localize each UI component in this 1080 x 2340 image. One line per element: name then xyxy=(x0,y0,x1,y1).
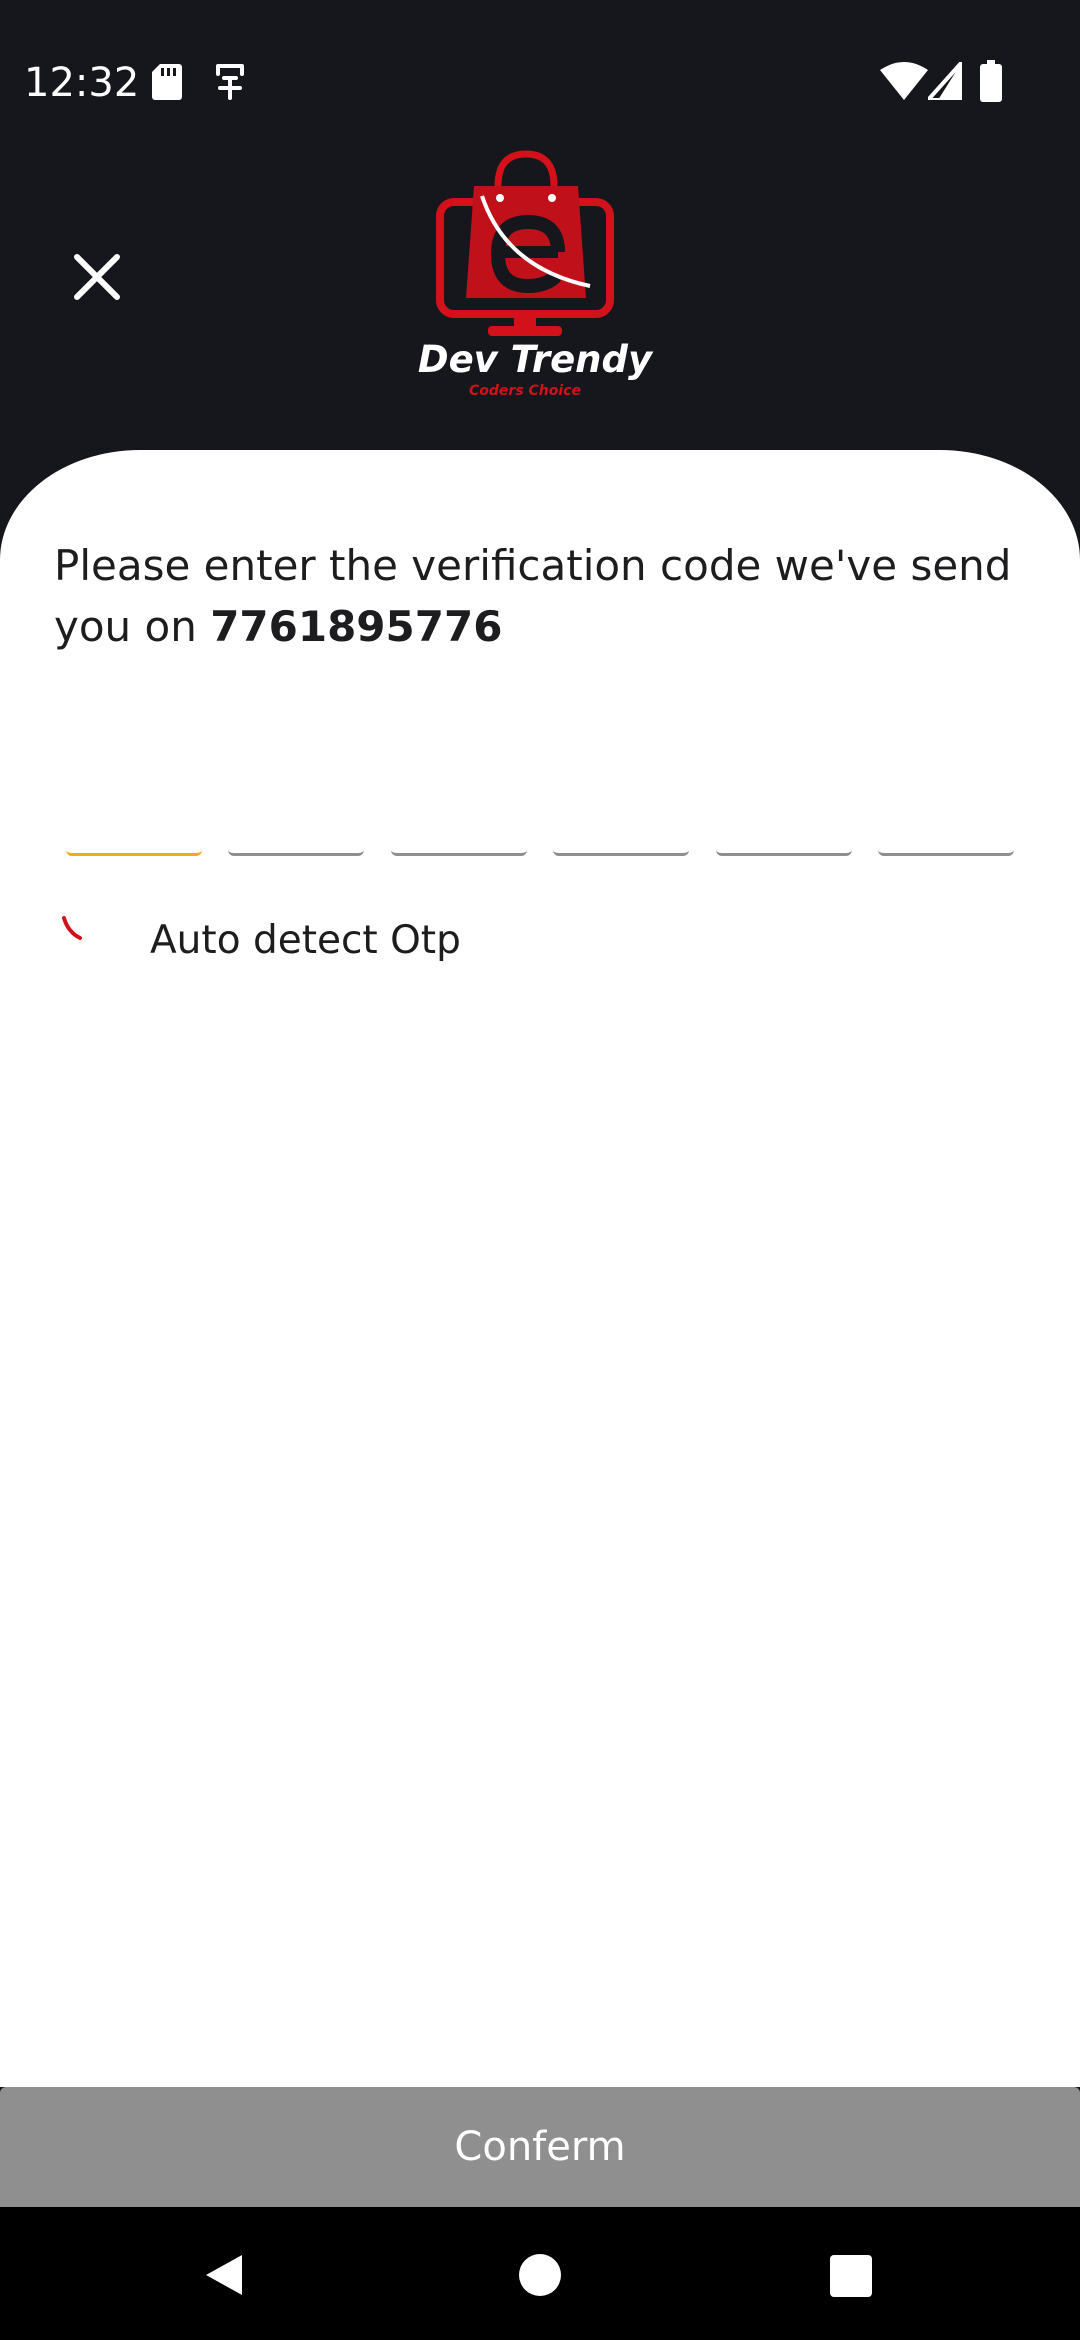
auto-detect-label: Auto detect Otp xyxy=(150,918,461,963)
close-icon xyxy=(74,254,120,300)
wifi-icon xyxy=(880,62,928,100)
status-time: 12:32 xyxy=(24,60,140,106)
phone-number: 7761895776 xyxy=(210,602,503,651)
logo-tagline: Coders Choice xyxy=(469,383,581,399)
home-icon[interactable] xyxy=(518,2253,562,2297)
navigation-bar xyxy=(0,2207,1080,2340)
confirm-button[interactable]: Conferm xyxy=(0,2087,1080,2207)
signal-icon xyxy=(928,62,962,100)
otp-digit-4[interactable] xyxy=(553,848,690,856)
otp-digit-2[interactable] xyxy=(228,848,365,856)
status-bar: 12:32 xyxy=(0,0,1080,150)
logo-mark xyxy=(436,150,614,336)
otp-digit-6[interactable] xyxy=(877,848,1014,856)
otp-input-row xyxy=(66,848,1014,858)
battery-icon xyxy=(980,60,1002,102)
otp-digit-5[interactable] xyxy=(715,848,852,856)
otp-digit-3[interactable] xyxy=(390,848,527,856)
app-logo: Dev Trendy Coders Choice xyxy=(410,150,660,405)
otp-digit-1[interactable] xyxy=(66,848,202,856)
sd-card-icon xyxy=(152,64,182,100)
recents-icon[interactable] xyxy=(830,2255,872,2297)
loading-spinner-icon xyxy=(62,916,82,940)
back-icon[interactable] xyxy=(204,2253,244,2297)
content-sheet xyxy=(0,450,1080,2087)
close-button[interactable] xyxy=(62,242,132,312)
verification-prompt: Please enter the verification code we've… xyxy=(54,535,1044,657)
logo-title: Dev Trendy xyxy=(417,338,653,381)
prompt-text: Please enter the verification code we've… xyxy=(54,541,1012,651)
accessibility-icon xyxy=(216,64,244,100)
